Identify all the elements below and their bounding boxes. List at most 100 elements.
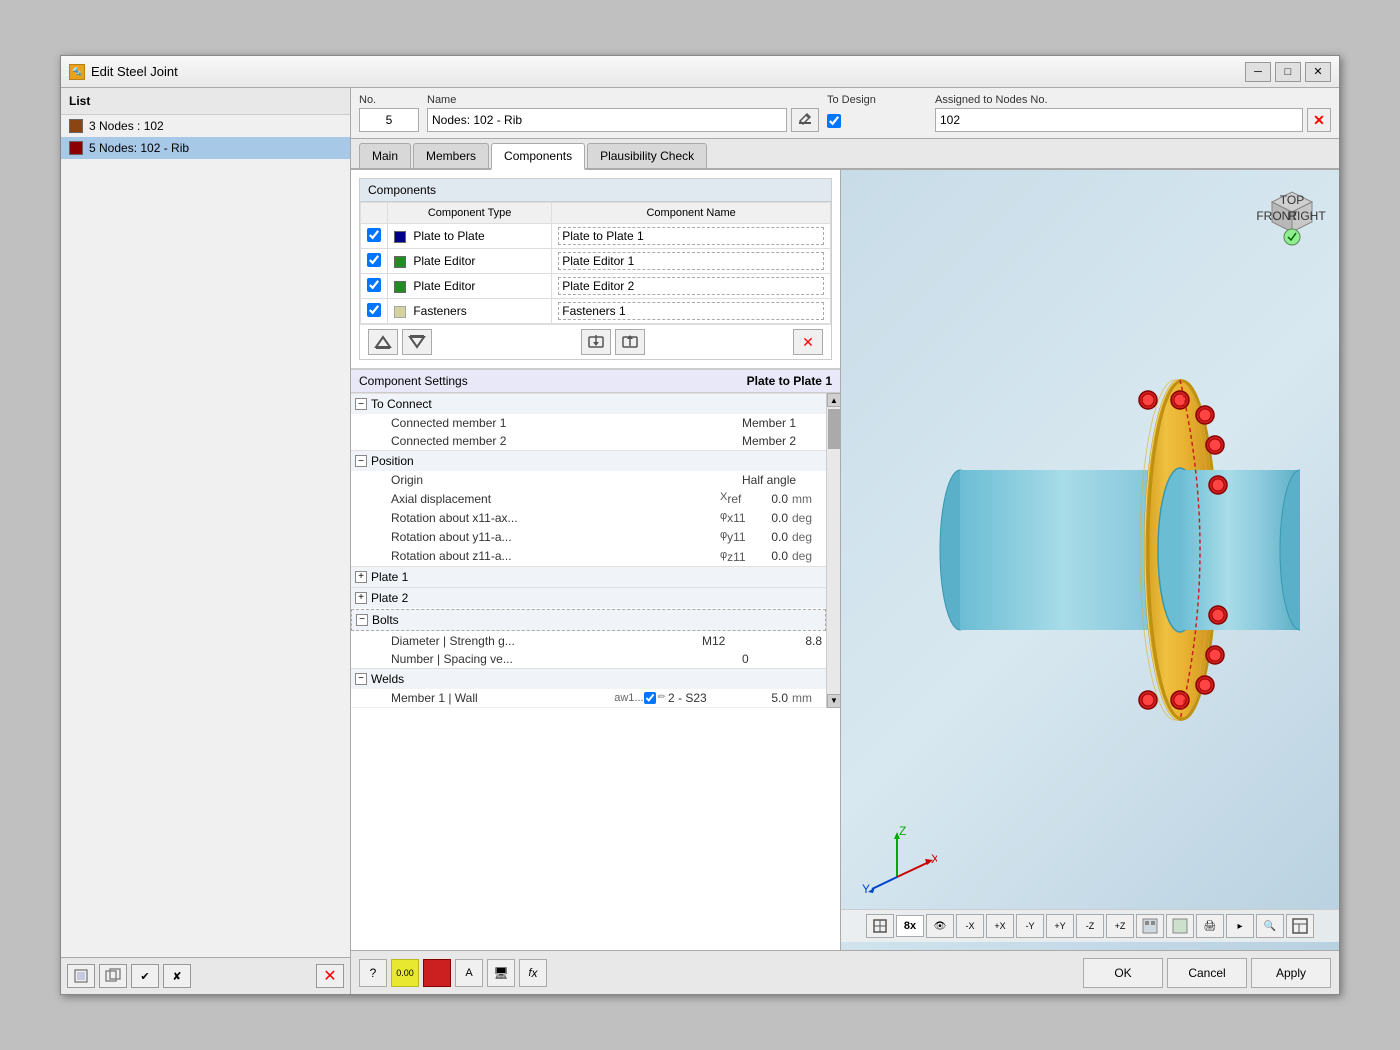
tree-group-plate2[interactable]: + Plate 2 xyxy=(351,587,826,608)
assigned-group: Assigned to Nodes No. ✕ xyxy=(935,94,1331,132)
edit-name-button[interactable] xyxy=(791,108,819,132)
comp-name-input[interactable] xyxy=(558,252,824,270)
assigned-clear-button[interactable]: ✕ xyxy=(1307,108,1331,132)
list-item[interactable]: 3 Nodes : 102 xyxy=(61,115,350,137)
comp-checkbox[interactable] xyxy=(367,228,381,242)
tree-row-rot-x: Rotation about x11-ax... φx11 0.0 deg xyxy=(351,508,826,527)
name-input[interactable] xyxy=(427,108,787,132)
comp-checkbox[interactable] xyxy=(367,303,381,317)
import-button[interactable] xyxy=(581,329,611,355)
vp-z-plus-button[interactable]: +Z xyxy=(1106,914,1134,938)
vp-select-button[interactable] xyxy=(866,914,894,938)
scroll-down-button[interactable]: ▼ xyxy=(827,694,841,708)
zoom-level-label: 8x xyxy=(896,915,924,937)
vp-render1-button[interactable] xyxy=(1136,914,1164,938)
close-button[interactable]: ✕ xyxy=(1305,62,1331,82)
tree-group-bolts[interactable]: − Bolts xyxy=(351,609,826,631)
maximize-button[interactable]: □ xyxy=(1275,62,1301,82)
minimize-button[interactable]: ─ xyxy=(1245,62,1271,82)
calc-button[interactable]: 0.00 xyxy=(391,959,419,987)
right-panel: No. Name To Design xyxy=(351,88,1339,994)
tab-plausibility[interactable]: Plausibility Check xyxy=(587,143,707,168)
comp-checkbox[interactable] xyxy=(367,253,381,267)
tree-content: − To Connect Connected member 1 Member 1 xyxy=(351,393,826,708)
delete-button[interactable]: ✕ xyxy=(316,964,344,988)
toggle-bolts[interactable]: − xyxy=(356,614,368,626)
tree-group-position[interactable]: − Position xyxy=(351,450,826,471)
formula-button[interactable]: fx xyxy=(519,959,547,987)
vp-x-plus-button[interactable]: +X xyxy=(986,914,1014,938)
comp-name-input[interactable] xyxy=(558,227,824,245)
vp-more-button[interactable]: ▸ xyxy=(1226,914,1254,938)
vp-z-minus-button[interactable]: -Z xyxy=(1076,914,1104,938)
vp-print-button[interactable]: 🖨 xyxy=(1196,914,1224,938)
comp-type-cell: Fasteners xyxy=(388,299,552,324)
settings-title: Component Settings xyxy=(359,374,468,388)
move-up-button[interactable] xyxy=(368,329,398,355)
svg-text:Y: Y xyxy=(862,882,870,896)
toggle-to-connect[interactable]: − xyxy=(355,398,367,410)
to-connect-label: To Connect xyxy=(371,397,432,411)
text-button[interactable]: A xyxy=(455,959,483,987)
tab-main[interactable]: Main xyxy=(359,143,411,168)
tree-group-welds[interactable]: − Welds xyxy=(351,668,826,689)
tab-members[interactable]: Members xyxy=(413,143,489,168)
duplicate-button[interactable] xyxy=(99,964,127,988)
nav-cube[interactable]: TOP FRONT RIGHT xyxy=(1257,182,1327,252)
assigned-row: ✕ xyxy=(935,108,1331,132)
cancel-button[interactable]: Cancel xyxy=(1167,958,1247,988)
vp-y-minus-button[interactable]: -Y xyxy=(1016,914,1044,938)
comp-name-input[interactable] xyxy=(558,302,824,320)
add-button[interactable] xyxy=(67,964,95,988)
to-design-checkbox[interactable] xyxy=(827,114,841,128)
vp-eye-button[interactable]: 👁 xyxy=(926,914,954,938)
comp-toolbar: ✕ xyxy=(360,324,831,359)
red-button[interactable] xyxy=(423,959,451,987)
uncheck-button[interactable]: ✘ xyxy=(163,964,191,988)
comp-type-cell: Plate Editor xyxy=(388,249,552,274)
no-input[interactable] xyxy=(359,108,419,132)
check-button[interactable]: ✔ xyxy=(131,964,159,988)
move-down-button[interactable] xyxy=(402,329,432,355)
comp-name-input[interactable] xyxy=(558,277,824,295)
vp-x-minus-button[interactable]: -X xyxy=(956,914,984,938)
tree-group-plate1[interactable]: + Plate 1 xyxy=(351,566,826,587)
vp-y-plus-button[interactable]: +Y xyxy=(1046,914,1074,938)
ok-button[interactable]: OK xyxy=(1083,958,1163,988)
toggle-position[interactable]: − xyxy=(355,455,367,467)
toggle-welds[interactable]: − xyxy=(355,673,367,685)
scroll-thumb[interactable] xyxy=(828,409,840,449)
components-section-header: Components xyxy=(360,179,831,202)
comp-row[interactable]: Fasteners xyxy=(361,299,831,324)
tree-group-to-connect[interactable]: − To Connect xyxy=(351,393,826,414)
weld-checkbox[interactable] xyxy=(644,692,656,704)
component-settings: Component Settings Plate to Plate 1 − To… xyxy=(351,368,840,708)
settings-scrollbar[interactable]: ▲ ▼ xyxy=(826,393,840,708)
vp-render2-button[interactable] xyxy=(1166,914,1194,938)
apply-button[interactable]: Apply xyxy=(1251,958,1331,988)
weld-sub: aw1... xyxy=(614,692,643,704)
comp-row[interactable]: Plate Editor xyxy=(361,249,831,274)
main-window: 🔩 Edit Steel Joint ─ □ ✕ List 3 Nodes : … xyxy=(60,55,1340,995)
comp-row[interactable]: Plate to Plate xyxy=(361,224,831,249)
tab-components[interactable]: Components xyxy=(491,143,585,170)
to-design-group: To Design xyxy=(827,94,927,132)
vp-search-button[interactable]: 🔍 xyxy=(1256,914,1284,938)
comp-checkbox[interactable] xyxy=(367,278,381,292)
vp-panel-button[interactable] xyxy=(1286,914,1314,938)
comp-row[interactable]: Plate Editor xyxy=(361,274,831,299)
tree-row-axial: Axial displacement Xref 0.0 mm xyxy=(351,489,826,508)
export-button[interactable] xyxy=(615,329,645,355)
tree-row-diameter: Diameter | Strength g... M12 8.8 xyxy=(351,632,826,650)
list-item-selected[interactable]: 5 Nodes: 102 - Rib xyxy=(61,137,350,159)
toggle-plate1[interactable]: + xyxy=(355,571,367,583)
comp-type-label: Plate Editor xyxy=(413,254,475,268)
toggle-plate2[interactable]: + xyxy=(355,592,367,604)
monitor-button[interactable]: 🖥 xyxy=(487,959,515,987)
help-button[interactable]: ? xyxy=(359,959,387,987)
3d-viewport[interactable]: TOP FRONT RIGHT xyxy=(841,170,1339,950)
delete-component-button[interactable]: ✕ xyxy=(793,329,823,355)
scroll-up-button[interactable]: ▲ xyxy=(827,393,841,407)
assigned-input[interactable] xyxy=(935,108,1303,132)
roty-sub: φy11 xyxy=(720,529,748,544)
